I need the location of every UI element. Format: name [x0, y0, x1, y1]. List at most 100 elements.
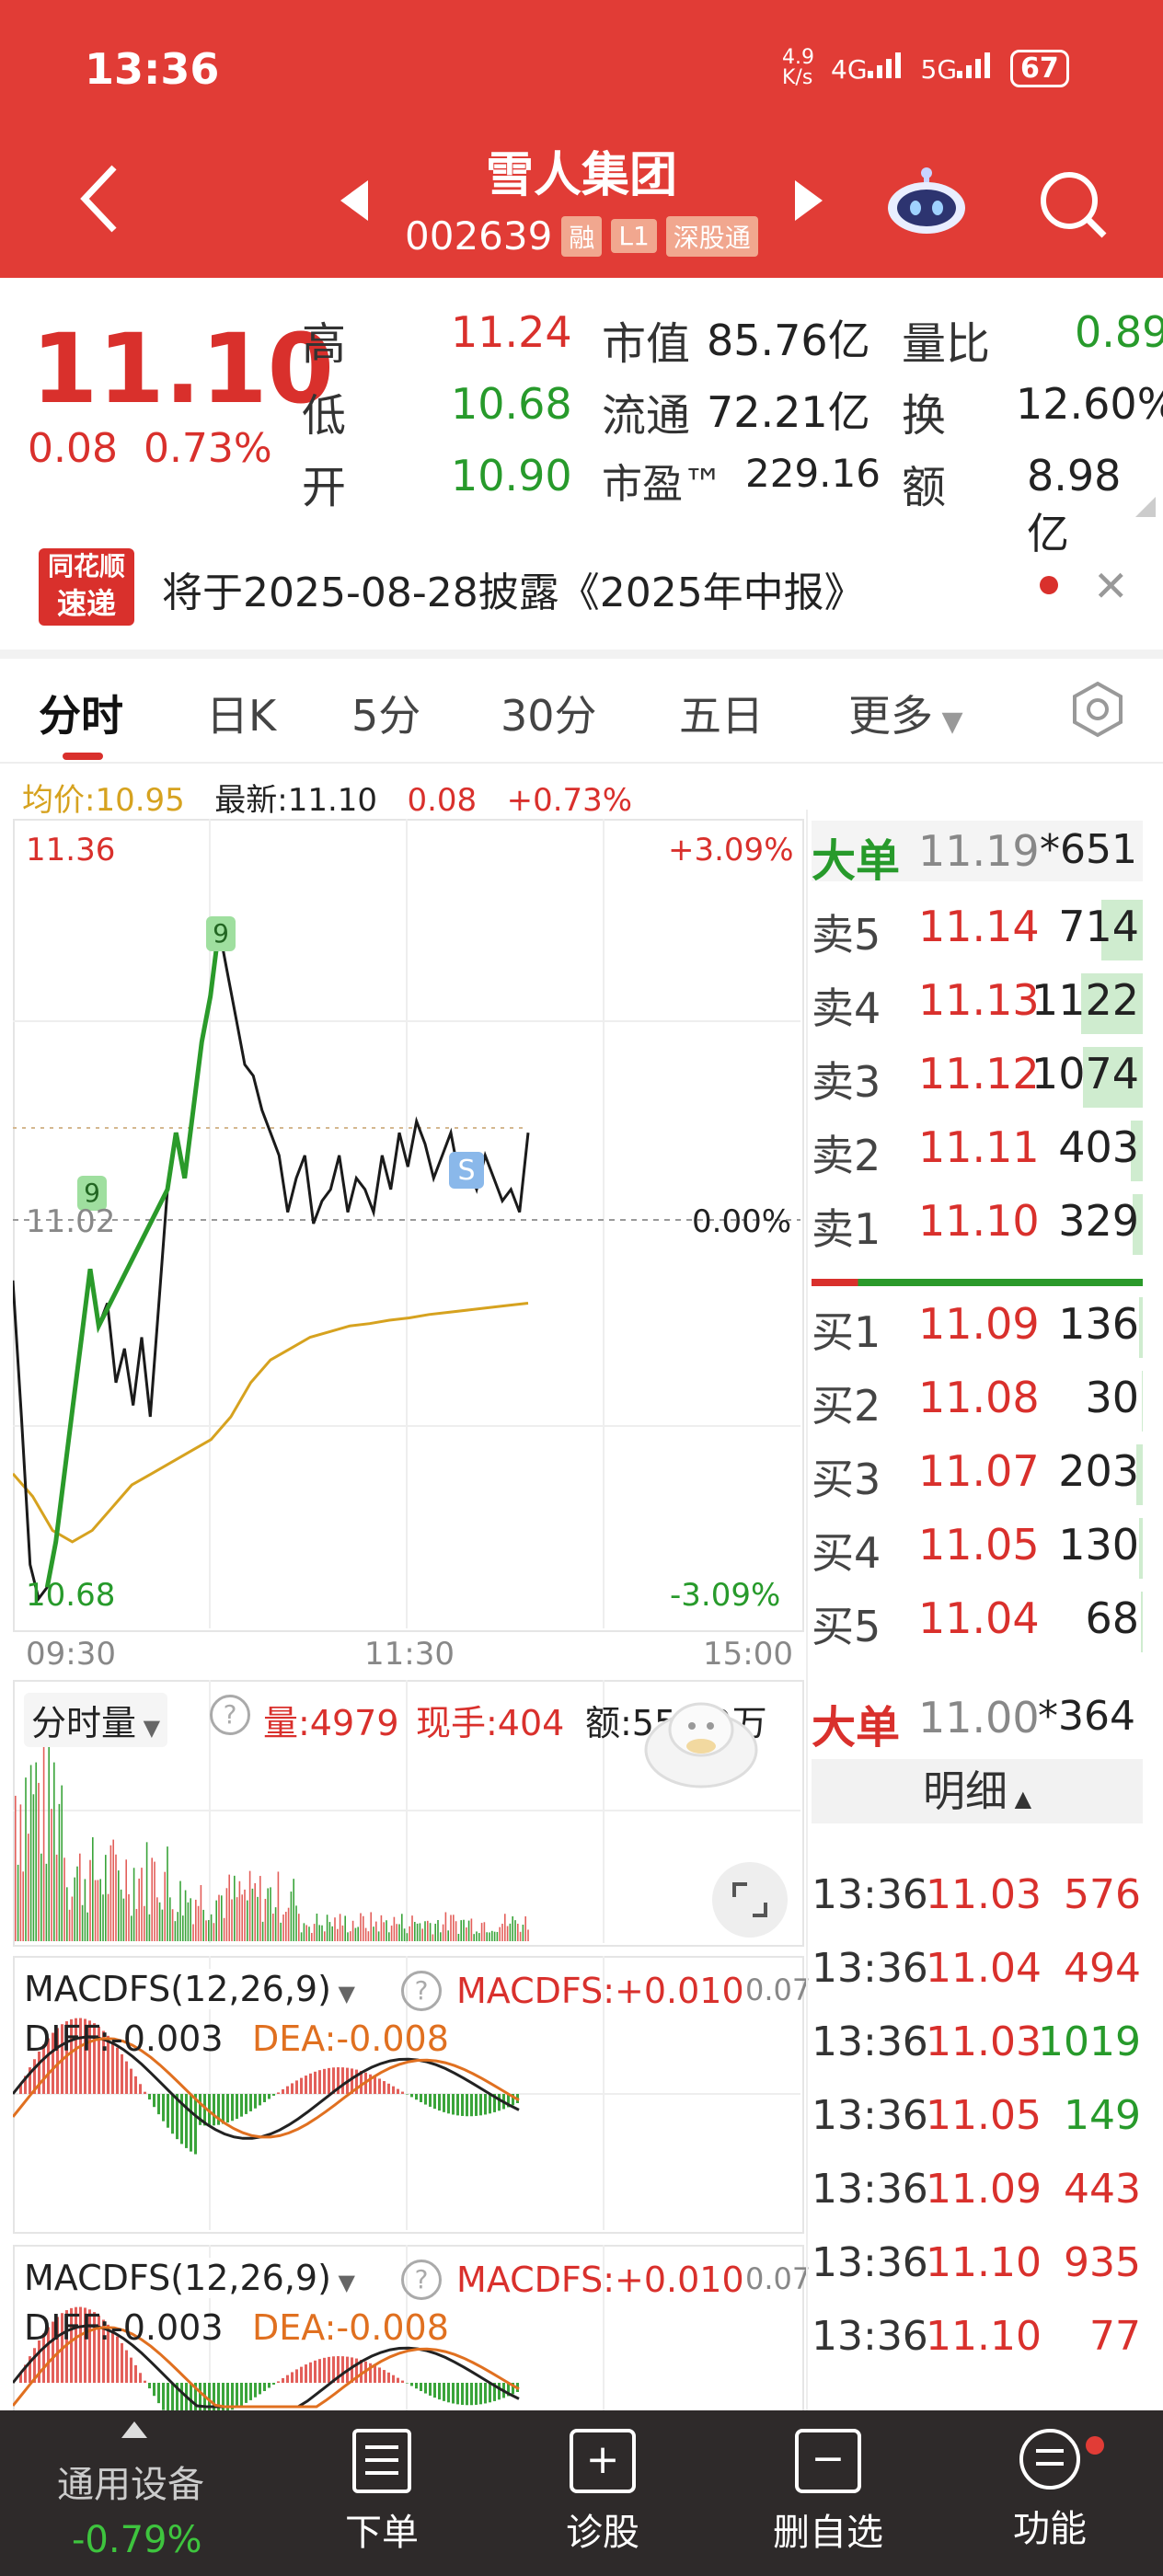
macd-histogram-bar [263, 2094, 266, 2102]
volume-bar [169, 1897, 171, 1941]
help-icon[interactable]: ? [401, 2260, 442, 2300]
price-uptrend-segment [44, 927, 222, 1588]
detail-vol: 1019 [1038, 2018, 1141, 2065]
volume-bar [344, 1915, 346, 1941]
volume-bar [179, 1880, 181, 1941]
help-icon[interactable]: ? [210, 1695, 250, 1735]
detail-row: 13:36 11.09 443 [812, 2166, 1143, 2230]
volume-bar [228, 1874, 230, 1941]
volume-bar [300, 1932, 303, 1941]
macd-selector-1[interactable]: MACDFS(12,26,9) ▼ [24, 1969, 356, 2009]
close-icon[interactable]: ✕ [1093, 561, 1129, 611]
nav-order[interactable]: 下单 [331, 2429, 432, 2556]
sector-name[interactable]: 通用设备 [57, 2455, 204, 2508]
volume-bar [350, 1931, 351, 1941]
bid-row[interactable]: 买5 11.04 68 [812, 1588, 1143, 1662]
macd-histogram-bar [378, 2367, 381, 2383]
volume-bar [29, 1765, 32, 1941]
macd-histogram-bar [249, 2383, 252, 2400]
tab-daily-k[interactable]: 日K [206, 683, 276, 743]
macd-histogram-bar [328, 2067, 330, 2094]
ask-row[interactable]: 卖4 11.13 1122 [812, 970, 1143, 1043]
nav-functions-label: 功能 [1013, 2508, 1087, 2550]
bid-price: 11.09 [918, 1299, 1040, 1349]
macd-histogram-bar [401, 2380, 404, 2383]
ask-row[interactable]: 卖5 11.14 714 [812, 896, 1143, 970]
macd-histogram-bar [318, 2359, 321, 2383]
nav-remove-watch[interactable]: − 删自选 [764, 2429, 892, 2556]
ask-row[interactable]: 卖2 11.11 403 [812, 1117, 1143, 1190]
bid-label: 买4 [812, 1528, 881, 1578]
volume-bar [331, 1926, 333, 1941]
ask-price: 11.13 [918, 975, 1040, 1025]
bid-row[interactable]: 买3 11.07 203 [812, 1441, 1143, 1514]
minus-box-icon: − [795, 2429, 861, 2493]
macd-selector-2[interactable]: MACDFS(12,26,9) ▼ [24, 2258, 356, 2298]
stock-name: 雪人集团 [485, 148, 677, 203]
bid-row[interactable]: 买2 11.08 30 [812, 1367, 1143, 1441]
legend-change-pct: +0.73% [506, 782, 633, 819]
volume-bar [161, 1909, 164, 1941]
bid-volume-bar [1142, 1371, 1143, 1432]
fullscreen-button[interactable] [712, 1862, 788, 1938]
robot-assistant-icon[interactable] [885, 166, 968, 236]
macd-histogram-bar [466, 2094, 468, 2117]
bid-row[interactable]: 买4 11.05 130 [812, 1514, 1143, 1588]
stock-code-row: 002639 融 L1 深股通 [405, 213, 758, 259]
volume-bar [192, 1924, 194, 1941]
macd-histogram-bar [300, 2366, 303, 2383]
tab-intraday[interactable]: 分时 [39, 683, 123, 743]
detail-header[interactable]: 明细 ▲ [812, 1759, 1143, 1823]
macd-histogram-bar [374, 2364, 376, 2383]
nav-diagnose[interactable]: + 诊股 [552, 2429, 653, 2556]
news-text[interactable]: 将于2025-08-28披露《2025年中报》 [162, 559, 865, 618]
volume-bar [218, 1894, 220, 1941]
tab-5min[interactable]: 5分 [351, 683, 420, 743]
volume-bar [97, 1880, 99, 1941]
macd-value: MACDFS:+0.010 [456, 2260, 744, 2300]
macd-histogram-bar [153, 2094, 155, 2108]
volume-bar [241, 1894, 243, 1941]
stat-low-value: 10.68 [451, 379, 572, 429]
unread-dot [1040, 576, 1058, 594]
tab-5day[interactable]: 五日 [679, 683, 764, 743]
price-change: 0.08 0.73% [28, 425, 272, 472]
next-stock-icon[interactable] [791, 180, 823, 221]
help-icon[interactable]: ? [401, 1971, 442, 2011]
volume-bar [347, 1932, 349, 1941]
bid-row[interactable]: 买1 11.09 136 [812, 1294, 1143, 1367]
volume-bar [125, 1859, 127, 1941]
volume-bar [277, 1871, 280, 1941]
volume-bar [112, 1839, 114, 1941]
macd-histogram-bar [268, 2383, 271, 2388]
ask-row[interactable]: 卖1 11.10 329 [812, 1190, 1143, 1264]
volume-bar [370, 1912, 372, 1941]
macd-histogram-bar [295, 2369, 298, 2383]
search-icon[interactable] [1038, 169, 1108, 239]
volume-bar [403, 1928, 406, 1941]
macd-histogram-bar [397, 2377, 399, 2383]
tab-30min[interactable]: 30分 [501, 683, 597, 743]
signal-bars-icon [957, 52, 991, 78]
prev-stock-icon[interactable] [340, 180, 372, 221]
chevron-up-icon[interactable] [121, 2421, 147, 2438]
bid-price: 11.04 [918, 1593, 1040, 1643]
volume-selector[interactable]: 分时量 ▼ [24, 1693, 168, 1747]
volume-bar [354, 1927, 357, 1941]
settings-hex-icon[interactable] [1069, 681, 1126, 738]
volume-bar [501, 1923, 503, 1941]
expand-corner-icon[interactable] [1135, 497, 1156, 517]
y-mid-label: 11.02 [26, 1203, 116, 1240]
macd-histogram-bar [461, 2094, 464, 2116]
volume-bar [94, 1880, 97, 1941]
volume-bar [177, 1912, 178, 1941]
volume-bar [66, 1887, 68, 1941]
volume-bar [197, 1905, 200, 1941]
macd-histogram-bar [236, 2383, 238, 2409]
volume-bar [444, 1912, 447, 1941]
ask-row[interactable]: 卖3 11.12 1074 [812, 1043, 1143, 1117]
change-pct: 0.73% [143, 425, 272, 472]
macd-histogram-bar [341, 2356, 344, 2383]
macd-histogram-bar [433, 2383, 436, 2398]
tab-more[interactable]: 更多 ▼ [848, 683, 963, 743]
